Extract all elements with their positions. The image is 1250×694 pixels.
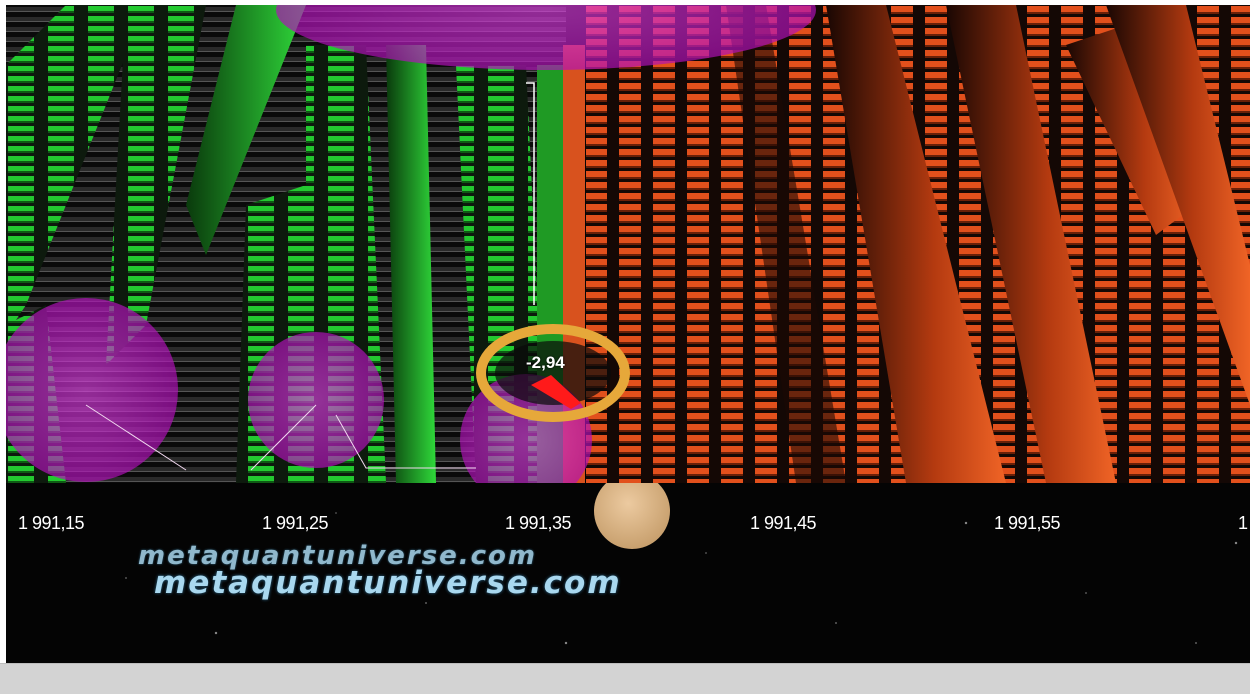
price-axis-label: 1 991,55: [994, 513, 1061, 533]
price-axis-label: 1 991,45: [750, 513, 817, 533]
cursor-ball[interactable]: [594, 483, 670, 549]
market-depth-3d-viewport[interactable]: -2,94 1 991,15 1 991,25 1 991,35 1 991,4…: [6, 5, 1250, 663]
order-book-3d-scene[interactable]: -2,94: [6, 5, 1250, 483]
price-axis-panel: 1 991,15 1 991,25 1 991,35 1 991,45 1 99…: [6, 483, 1250, 663]
order-book-graphics: [6, 5, 1250, 483]
status-bar: [0, 663, 1250, 694]
watermark-text: metaquantuniverse.com: [154, 565, 622, 601]
price-axis-label: 1 991,25: [262, 513, 329, 533]
price-axis-label: 1 991,35: [505, 513, 572, 533]
large-order-bubble[interactable]: [248, 332, 384, 468]
price-axis-label: 1 991,15: [18, 513, 85, 533]
price-axis-label: 1: [1238, 513, 1248, 533]
price-change-readout: -2,94: [526, 353, 565, 372]
